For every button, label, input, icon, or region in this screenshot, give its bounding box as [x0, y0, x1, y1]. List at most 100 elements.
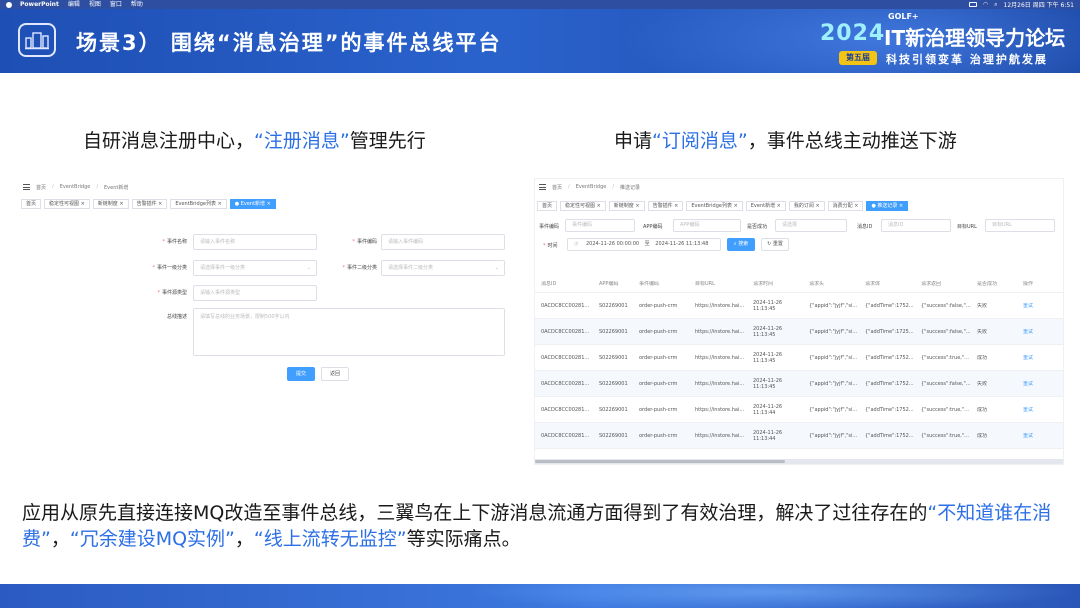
refresh-icon: ↻ — [767, 241, 772, 247]
table-cell: https://instore.hai... — [695, 432, 745, 439]
table-cell: {"appid":"jyjf","si... — [809, 432, 858, 439]
table-cell: S02269001 — [599, 302, 628, 309]
event-register-screenshot: 首页 / EventBridge / Event新增 首页 稳定性可视图 × 新链制… — [19, 179, 509, 392]
menu-edit[interactable]: 编辑 — [68, 0, 80, 9]
tab-new-chain[interactable]: 新链制度 × — [92, 199, 129, 209]
retry-button[interactable]: 重试 — [1017, 407, 1063, 413]
menu-toggle-icon[interactable] — [539, 184, 546, 190]
summary-pre: 应用从原先直接连接MQ改造至事件总线，三翼鸟在上下游消息流通方面得到了有效治理，… — [22, 502, 928, 524]
tab-alert-plugin[interactable]: 告警插件 × — [131, 199, 168, 209]
tab-event-new[interactable]: ● Event新增 × — [229, 199, 276, 209]
table-cell: S02269001 — [599, 432, 628, 439]
retry-button[interactable]: 重试 — [1017, 303, 1063, 309]
apple-icon[interactable] — [6, 1, 12, 8]
menu-window[interactable]: 窗口 — [110, 0, 122, 9]
menu-help[interactable]: 帮助 — [131, 0, 143, 9]
tab-alert-plugin[interactable]: 告警插件 × — [647, 201, 684, 211]
event-name-input[interactable]: 请输入事件名称 — [193, 234, 317, 250]
breadcrumb-home[interactable]: 首页 — [552, 184, 562, 191]
horizontal-scrollbar[interactable] — [535, 459, 1063, 464]
push-records-screenshot: 首页 / EventBridge / 推送记录 首页 稳定性可视图 × 新链制度 ×… — [535, 179, 1063, 464]
back-button[interactable]: 返回 — [321, 367, 349, 381]
filter-app-code-input[interactable]: APP编码 — [673, 219, 741, 232]
table-cell: {"addTime":1752... — [865, 354, 914, 361]
table-cell: https://instore.hai... — [695, 406, 745, 413]
menu-view[interactable]: 视图 — [89, 0, 101, 9]
column-header: 请求头 — [809, 280, 825, 287]
tab-home[interactable]: 首页 — [21, 199, 42, 209]
event-cat2-select[interactable]: 请选择事件二级分类 ⌄ — [381, 260, 505, 276]
retry-button[interactable]: 重试 — [1017, 381, 1063, 387]
filter-app-code-label: APP编码 — [643, 224, 663, 230]
reset-button-label: 重置 — [772, 241, 783, 247]
filter-event-code-label: 事件编码 — [539, 224, 560, 230]
menu-app-name[interactable]: PowerPoint — [20, 0, 59, 9]
table-cell: {"success":false,"... — [921, 302, 971, 309]
search-button[interactable]: ⌕ 搜索 — [727, 238, 755, 251]
summary-text: 应用从原先直接连接MQ改造至事件总线，三翼鸟在上下游消息流通方面得到了有效治理，… — [22, 500, 1062, 552]
event-cat2-placeholder: 请选择事件二级分类 — [388, 265, 434, 271]
table-cell: {"addTime":1752... — [865, 302, 914, 309]
chevron-down-icon: ⌄ — [494, 265, 499, 271]
footer-wave — [460, 584, 1080, 608]
table-cell: 0ACDC8CC00281... — [541, 406, 590, 413]
wifi-icon[interactable]: ◠ — [983, 1, 988, 8]
clock-icon: ◷ — [574, 241, 579, 247]
tab-stability[interactable]: 稳定性可视图 × — [44, 199, 90, 209]
breadcrumb: 首页 / EventBridge / 推送记录 — [539, 182, 640, 192]
submit-button[interactable]: 提交 — [287, 367, 315, 381]
battery-icon[interactable] — [968, 2, 977, 7]
bus-desc-textarea[interactable]: 请填写总线的业务场景，限制500字以内 — [193, 308, 505, 356]
filter-event-code-input[interactable]: 事件编码 — [565, 219, 635, 232]
menu-toggle-icon[interactable] — [23, 184, 30, 190]
source-type-input[interactable]: 请输入事件源类型 — [193, 285, 317, 301]
scrollbar-thumb[interactable] — [535, 460, 785, 463]
caption-right-highlight: “订阅消息” — [652, 130, 748, 152]
filter-time-range[interactable]: ◷ 2024-11-26 00:00:00 至 2024-11-26 11:13… — [567, 238, 721, 251]
breadcrumb-eventbridge[interactable]: EventBridge — [576, 184, 607, 190]
menu-datetime[interactable]: 12月26日 周四 下午 6:51 — [1004, 0, 1074, 9]
summary-highlight-2: “冗余建设MQ实例” — [69, 528, 235, 550]
tab-stability[interactable]: 稳定性可视图 × — [560, 201, 606, 211]
table-cell: 2024-11-26 11:13:45 — [753, 351, 783, 364]
filter-msg-id-label: 消息ID — [857, 224, 873, 230]
table-row: 0ACDC8CC00281... S02269001 order-push-crm h… — [535, 371, 1063, 397]
event-cat1-select[interactable]: 请选择事件一级分类 ⌄ — [193, 260, 317, 276]
breadcrumb-eventbridge[interactable]: EventBridge — [60, 184, 91, 190]
reset-button[interactable]: ↻ 重置 — [761, 238, 789, 251]
tab-eventbridge-list[interactable]: EventBridge列表 × — [170, 199, 227, 209]
table-cell: {"appid":"jyjf","si... — [809, 380, 858, 387]
filter-target-url-label: 目标URL — [957, 224, 977, 230]
forum-slogan: 科技引领变革 治理护航发展 — [886, 53, 1048, 66]
retry-button[interactable]: 重试 — [1017, 329, 1063, 335]
table-cell: 失败 — [977, 328, 988, 335]
search-icon[interactable]: ⌕ — [994, 1, 997, 9]
filter-target-url-input[interactable]: 目标URL — [985, 219, 1055, 232]
summary-sep-2: ， — [234, 528, 254, 550]
table-cell: 2024-11-26 11:13:45 — [753, 325, 783, 338]
table-cell: {"appid":"jyjf","si... — [809, 354, 858, 361]
table-cell: {"appid":"jyjf","si... — [809, 302, 858, 309]
filter-success-select[interactable]: 请选择 — [775, 219, 847, 232]
table-cell: 0ACDC8CC00281... — [541, 328, 590, 335]
event-code-input[interactable]: 请输入事件编码 — [381, 234, 505, 250]
table-cell: order-push-crm — [639, 406, 678, 413]
tab-new-chain[interactable]: 新链制度 × — [608, 201, 645, 211]
tab-push-records[interactable]: ● 推送记录 × — [866, 201, 909, 211]
tab-consume-allocation[interactable]: 消费分配 × — [827, 201, 864, 211]
tab-home[interactable]: 首页 — [537, 201, 558, 211]
tab-my-subscriptions[interactable]: 我的订阅 × — [788, 201, 825, 211]
retry-button[interactable]: 重试 — [1017, 433, 1063, 439]
filter-msg-id-input[interactable]: 消息ID — [881, 219, 951, 232]
retry-button[interactable]: 重试 — [1017, 355, 1063, 361]
table-cell: https://instore.hai... — [695, 302, 745, 309]
tab-eventbridge-list[interactable]: EventBridge列表 × — [686, 201, 743, 211]
tab-event-new[interactable]: Event新增 × — [745, 201, 786, 211]
table-cell: S02269001 — [599, 406, 628, 413]
menu-status-area: ◠ ⌕ 12月26日 周四 下午 6:51 — [968, 0, 1074, 9]
table-row: 0ACDC8CC00281... S02269001 order-push-crm h… — [535, 345, 1063, 371]
table-cell: S02269001 — [599, 380, 628, 387]
breadcrumb-home[interactable]: 首页 — [36, 184, 46, 191]
column-header: 消息ID — [541, 280, 557, 287]
page-tabs: 首页 稳定性可视图 × 新链制度 × 告警插件 × EventBridge列表 … — [535, 201, 909, 212]
